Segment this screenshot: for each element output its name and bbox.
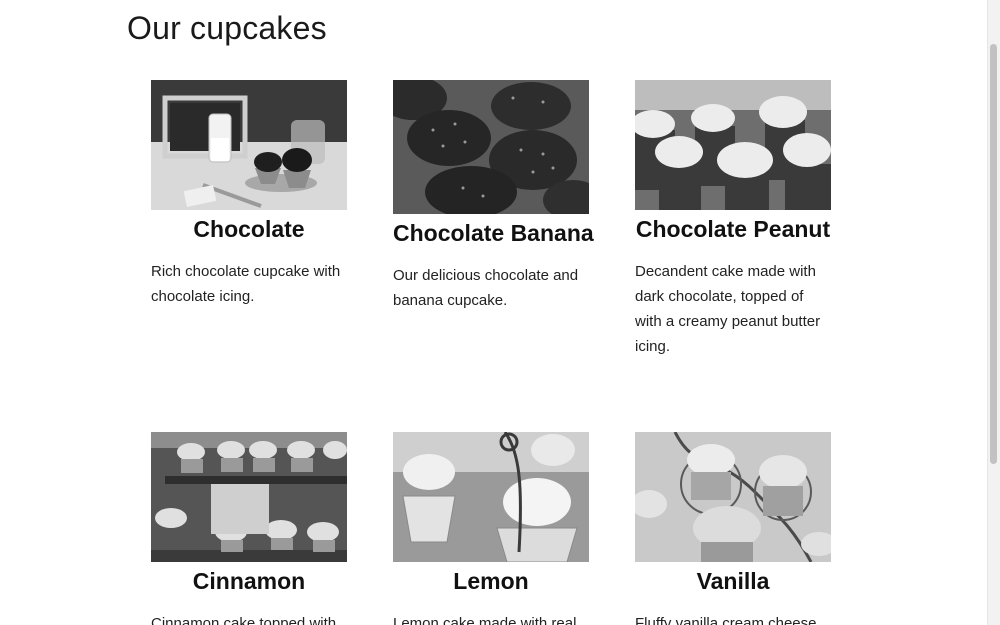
cupcake-description: Fluffy vanilla cream cheese [635, 615, 817, 625]
page-title: Our cupcakes [127, 10, 327, 46]
cupcake-description: Our delicious chocolate and banana cupca… [393, 267, 579, 309]
cupcake-photo [393, 432, 589, 562]
cupcake-card-vanilla: Vanilla Fluffy vanilla cream cheese [635, 432, 831, 625]
cupcake-card-lemon: Lemon Lemon cake made with real [393, 432, 589, 625]
cupcake-card-chocolate: Chocolate Rich chocolate cupcake with ch… [151, 80, 347, 309]
cupcake-photo [151, 80, 347, 210]
cupcake-description: Rich chocolate cupcake with chocolate ic… [151, 263, 341, 305]
cupcake-name: Chocolate Banana [393, 220, 594, 246]
cupcake-photo [393, 80, 589, 214]
cupcake-photo [635, 80, 831, 210]
cupcake-card-chocolate-banana: Chocolate Banana Our delicious chocolate… [393, 80, 594, 313]
cupcake-card-cinnamon: Cinnamon Cinnamon cake topped with [151, 432, 347, 625]
cupcake-name: Vanilla [696, 568, 770, 594]
cupcake-description: Cinnamon cake topped with [151, 615, 337, 625]
page: Our cupcakes Chocolate Rich chocolate cu… [0, 0, 988, 625]
cupcake-description: Lemon cake made with real [393, 615, 577, 625]
cupcake-name: Chocolate [193, 216, 305, 242]
scrollbar-thumb[interactable] [990, 44, 997, 464]
cupcake-card-chocolate-peanut: Chocolate Peanut Decandent cake made wit… [635, 80, 831, 359]
cupcake-photo [635, 432, 831, 562]
cupcake-photo [151, 432, 347, 562]
cupcake-name: Chocolate Peanut [635, 216, 831, 242]
cupcake-description: Decandent cake made with dark chocolate,… [635, 263, 821, 355]
vertical-scrollbar[interactable] [987, 0, 1000, 625]
cupcake-name: Lemon [453, 568, 529, 594]
cupcake-name: Cinnamon [192, 568, 306, 594]
